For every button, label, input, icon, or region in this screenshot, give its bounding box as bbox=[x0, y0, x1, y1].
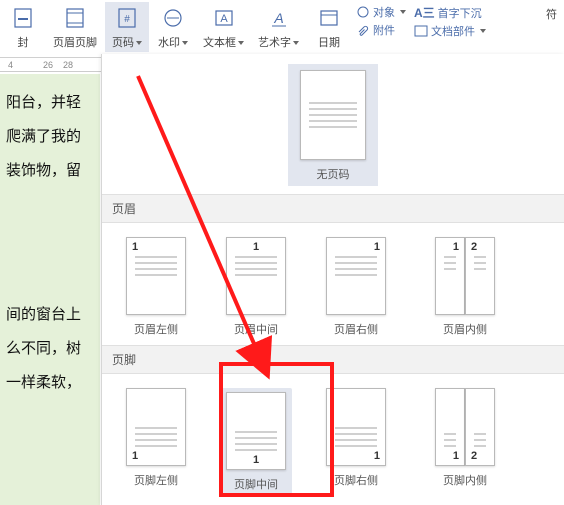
dropcap-button[interactable]: A三首字下沉 bbox=[410, 4, 490, 21]
page-number-label: 页码 bbox=[112, 34, 142, 50]
symbol-label: 符 bbox=[546, 6, 557, 22]
header-footer-button[interactable]: 页眉页脚 bbox=[47, 2, 103, 52]
option-footer-right[interactable]: 1 页脚右侧 bbox=[320, 388, 392, 488]
object-button[interactable]: 对象 bbox=[352, 4, 410, 20]
option-footer-left[interactable]: 1 页脚左侧 bbox=[120, 388, 192, 488]
header-footer-icon bbox=[61, 4, 89, 32]
date-icon bbox=[315, 4, 343, 32]
chevron-down-icon bbox=[238, 41, 244, 45]
page-number-dropdown: 无页码 页眉 1 页眉左侧 1 页眉中间 1 页眉右侧 1 2 页眉内侧 页脚 … bbox=[101, 54, 564, 505]
chevron-down-icon bbox=[136, 41, 142, 45]
chevron-down-icon bbox=[480, 29, 486, 33]
textbox-button[interactable]: A 文本框 bbox=[197, 2, 250, 52]
wordart-icon: A bbox=[265, 4, 293, 32]
page-number-icon: # bbox=[113, 4, 141, 32]
option-footer-center[interactable]: 1 页脚中间 bbox=[220, 388, 292, 496]
page-number-button[interactable]: # 页码 bbox=[105, 2, 149, 52]
attachment-button[interactable]: 附件 bbox=[352, 22, 410, 38]
toolbar-stack-2: A三首字下沉 文档部件 bbox=[410, 2, 490, 39]
option-header-inside[interactable]: 1 2 页眉内侧 bbox=[420, 237, 510, 337]
footer-options-grid: 1 页脚左侧 1 页脚中间 1 页脚右侧 1 2 页脚内侧 bbox=[102, 374, 564, 504]
svg-text:#: # bbox=[124, 14, 130, 25]
watermark-label: 水印 bbox=[158, 34, 188, 50]
cover-label: 封 bbox=[18, 34, 29, 50]
wordart-label: 艺术字 bbox=[258, 34, 299, 50]
wordart-button[interactable]: A 艺术字 bbox=[252, 2, 305, 52]
option-header-right[interactable]: 1 页眉右侧 bbox=[320, 237, 392, 337]
textbox-icon: A bbox=[210, 4, 238, 32]
document-area: 阳台，并轻 爬满了我的 装饰物，留 间的窗台上 么不同，树 一样柔软， bbox=[0, 74, 100, 505]
option-footer-inside[interactable]: 1 2 页脚内侧 bbox=[420, 388, 510, 488]
watermark-icon bbox=[159, 4, 187, 32]
section-header-header: 页眉 bbox=[102, 194, 564, 223]
cover-icon bbox=[9, 4, 37, 32]
toolbar-stack-1: 对象 附件 bbox=[352, 2, 410, 38]
chevron-down-icon bbox=[293, 41, 299, 45]
ribbon-toolbar: 封 页眉页脚 # 页码 水印 A 文本框 A 艺术字 日期 对象 附件 A三首字… bbox=[0, 0, 564, 58]
header-options-grid: 1 页眉左侧 1 页眉中间 1 页眉右侧 1 2 页眉内侧 bbox=[102, 223, 564, 345]
docparts-button[interactable]: 文档部件 bbox=[410, 23, 490, 39]
chevron-down-icon bbox=[400, 10, 406, 14]
date-label: 日期 bbox=[318, 34, 340, 50]
textbox-label: 文本框 bbox=[203, 34, 244, 50]
section-header-footer: 页脚 bbox=[102, 345, 564, 374]
chevron-down-icon bbox=[182, 41, 188, 45]
date-button[interactable]: 日期 bbox=[307, 2, 351, 52]
option-header-center[interactable]: 1 页眉中间 bbox=[220, 237, 292, 337]
watermark-button[interactable]: 水印 bbox=[151, 2, 195, 52]
cover-button[interactable]: 封 bbox=[1, 2, 45, 52]
svg-text:A: A bbox=[220, 13, 228, 25]
symbol-button[interactable]: 符 bbox=[540, 2, 563, 24]
option-header-left[interactable]: 1 页眉左侧 bbox=[120, 237, 192, 337]
svg-text:A: A bbox=[273, 10, 283, 26]
header-footer-label: 页眉页脚 bbox=[53, 34, 97, 50]
option-no-page-number[interactable]: 无页码 bbox=[288, 64, 378, 186]
